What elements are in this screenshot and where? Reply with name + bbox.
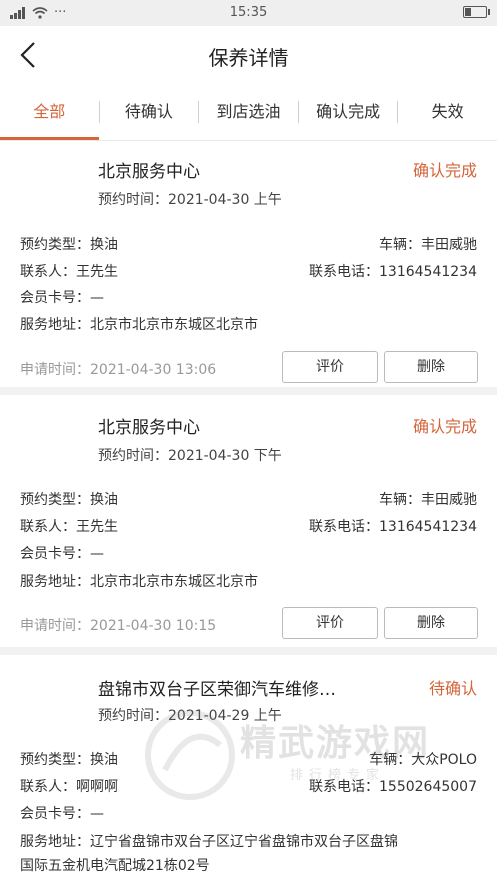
service-center-name: 北京服务中心 [98,418,200,438]
type-vehicle-row: 预约类型：换油 车辆：丰田威驰 [20,237,477,253]
delete-button[interactable]: 删除 [384,351,478,383]
status-bar: ··· 15:35 [0,0,497,26]
tab-pending[interactable]: 待确认 [100,84,199,140]
address-row: 服务地址：北京市北京市东城区北京市 [20,317,258,333]
address-row: 服务地址：北京市北京市东城区北京市 [20,574,258,590]
order-card[interactable]: 北京服务中心 确认完成 预约时间：2021-04-30 下午 预约类型：换油 车… [0,395,497,655]
status-tabs: 全部 待确认 到店选油 确认完成 失效 [0,84,497,141]
tab-expired[interactable]: 失效 [398,84,497,140]
contact-phone-row: 联系人：王先生 联系电话：13164541234 [20,519,477,535]
member-card-row: 会员卡号：— [20,290,104,306]
service-center-name: 北京服务中心 [98,162,200,182]
appointment-time: 预约时间：2021-04-30 下午 [98,448,282,464]
nav-bar: 保养详情 [0,26,497,84]
tab-all[interactable]: 全部 [0,84,99,140]
order-status: 确认完成 [412,161,477,180]
review-button[interactable]: 评价 [282,351,378,383]
order-status: 确认完成 [412,417,477,436]
service-center-name: 盘锦市双台子区荣御汽车维修… [98,680,336,700]
order-status: 待确认 [428,679,477,698]
delete-button[interactable]: 删除 [384,607,478,639]
contact-phone-row: 联系人：王先生 联系电话：13164541234 [20,264,477,280]
address-row: 服务地址：辽宁省盘锦市双台子区辽宁省盘锦市双台子区盘锦 [20,834,398,850]
address-row-continued: 国际五金机电汽配城21栋02号 [20,858,210,874]
order-card[interactable]: 北京服务中心 确认完成 预约时间：2021-04-30 上午 预约类型：换油 车… [0,141,497,395]
member-card-row: 会员卡号：— [20,806,104,822]
tab-select-oil[interactable]: 到店选油 [199,84,298,140]
page-title: 保养详情 [208,46,289,70]
type-vehicle-row: 预约类型：换油 车辆：丰田威驰 [20,492,477,508]
review-button[interactable]: 评价 [282,607,378,639]
type-vehicle-row: 预约类型：换油 车辆：大众POLO [20,752,477,768]
appointment-time: 预约时间：2021-04-30 上午 [98,192,282,208]
tab-completed[interactable]: 确认完成 [299,84,398,140]
appointment-time: 预约时间：2021-04-29 上午 [98,708,282,724]
order-card[interactable]: 盘锦市双台子区荣御汽车维修… 待确认 预约时间：2021-04-29 上午 预约… [0,655,497,885]
member-card-row: 会员卡号：— [20,546,104,562]
contact-phone-row: 联系人：啊啊啊 联系电话：15502645007 [20,779,477,795]
status-time: 15:35 [229,5,268,20]
battery-icon [463,6,490,18]
